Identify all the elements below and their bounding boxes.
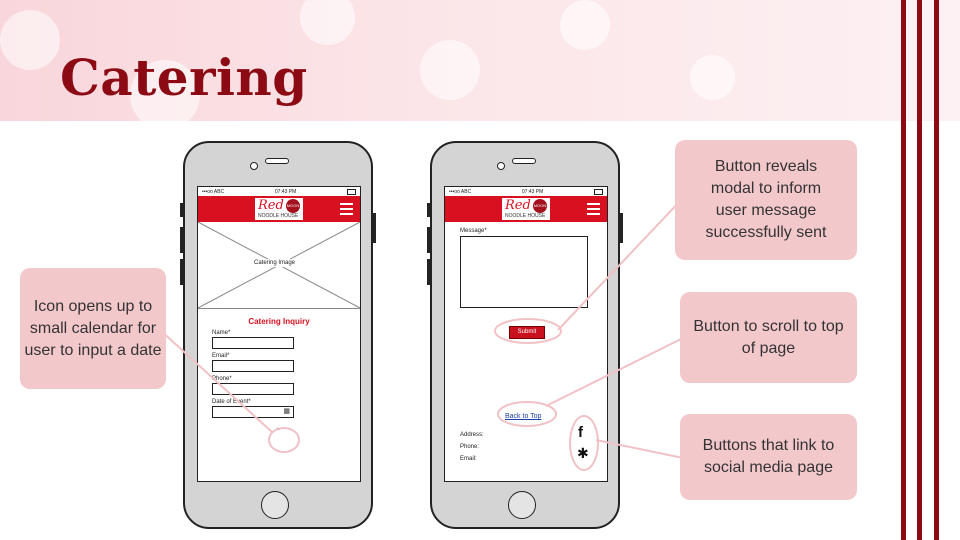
- callout-back-to-top-text: Button to scroll to top of page: [693, 317, 844, 357]
- callout-back-to-top: Button to scroll to top of page: [680, 292, 857, 383]
- callout-calendar: Icon opens up to small calendar for user…: [20, 268, 166, 389]
- callout-submit: Button reveals modal to inform user mess…: [675, 140, 857, 260]
- callout-social: Buttons that link to social media page: [680, 414, 857, 500]
- callout-submit-text: Button reveals modal to inform user mess…: [705, 158, 827, 241]
- callout-social-text: Buttons that link to social media page: [702, 437, 835, 476]
- callout-calendar-text: Icon opens up to small calendar for user…: [24, 297, 162, 359]
